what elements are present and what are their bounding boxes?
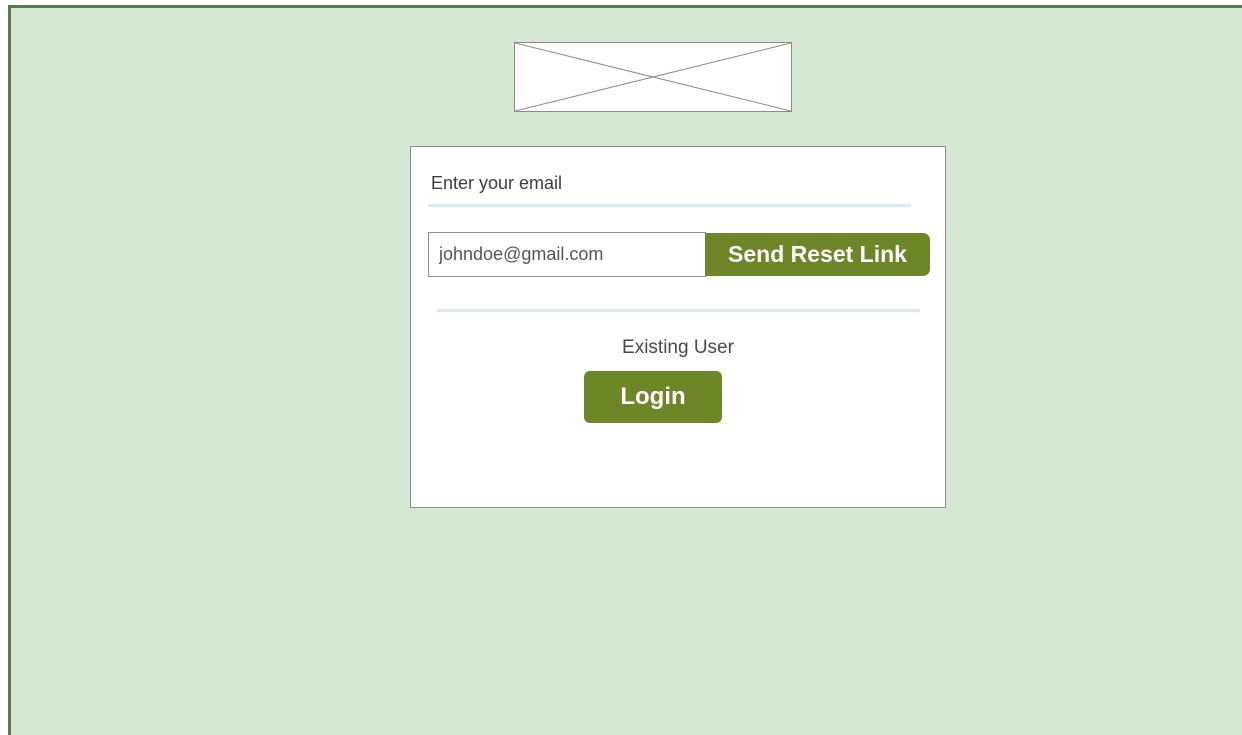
image-placeholder-icon bbox=[515, 43, 791, 111]
login-button[interactable]: Login bbox=[584, 371, 722, 423]
page-frame: Enter your email Send Reset Link Existin… bbox=[8, 5, 1242, 735]
existing-user-label: Existing User bbox=[622, 337, 734, 358]
email-label: Enter your email bbox=[431, 173, 563, 193]
divider bbox=[437, 309, 920, 312]
email-input[interactable] bbox=[428, 232, 706, 277]
logo-placeholder bbox=[514, 42, 792, 112]
reset-password-card: Enter your email Send Reset Link Existin… bbox=[410, 146, 946, 508]
send-reset-link-button[interactable]: Send Reset Link bbox=[705, 233, 930, 276]
divider bbox=[428, 204, 911, 207]
